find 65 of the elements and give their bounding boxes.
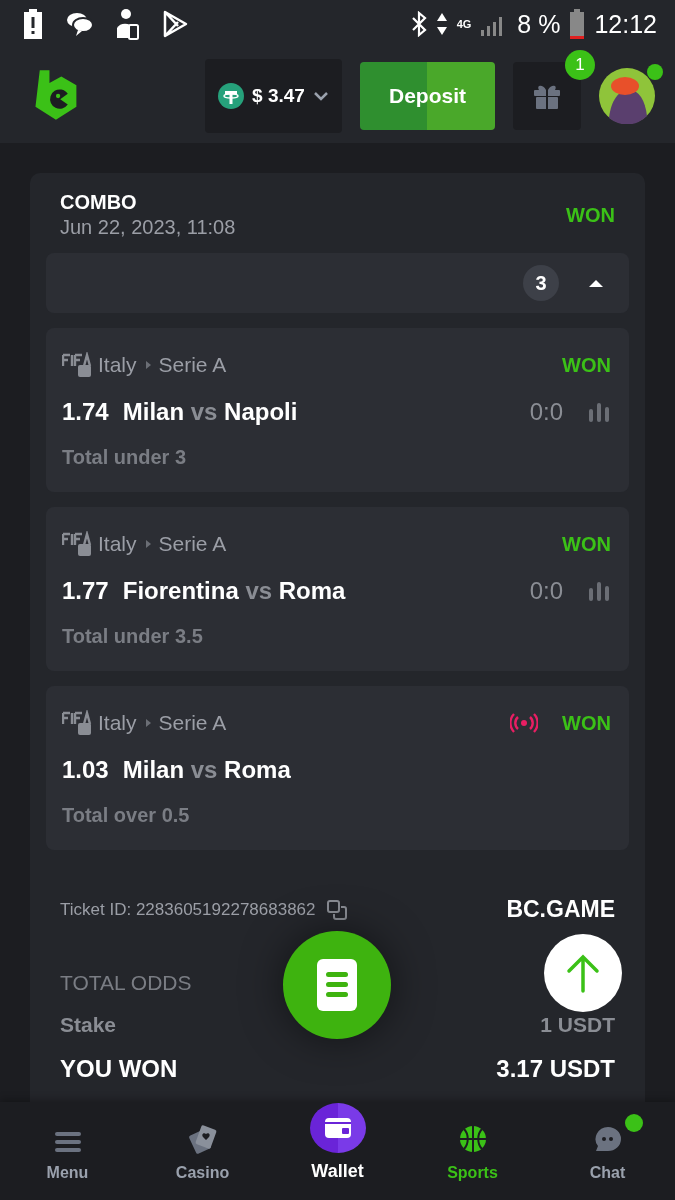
battery-alert-icon: [22, 9, 44, 39]
summary-label: TOTAL ODDS: [60, 971, 192, 995]
nav-tab[interactable]: Casino: [135, 1102, 270, 1200]
data-arrows-icon: [436, 13, 447, 35]
person-phone-icon: [116, 8, 140, 40]
cards-icon: [187, 1124, 218, 1154]
odds: 1.03: [62, 756, 109, 784]
summary-label: Stake: [60, 1013, 117, 1037]
market-name: Total under 3: [62, 446, 188, 469]
network-type: 4G: [456, 18, 472, 30]
bet-type: COMBO: [60, 191, 138, 214]
match-teams: Fiorentina vs Roma: [122, 577, 347, 605]
stats-icon: [587, 580, 611, 602]
selection-status: WON: [562, 532, 611, 556]
clock: 12:12: [594, 9, 657, 39]
match-teams: Milan vs Roma: [122, 756, 292, 784]
bet-date: Jun 22, 2023, 11:08: [60, 216, 237, 239]
match-score: 0:0: [529, 577, 563, 605]
notification-badge: 1: [565, 49, 595, 80]
league-name: Serie A: [158, 532, 228, 556]
document-icon: [315, 957, 359, 1013]
brand-name: BC.GAME: [506, 896, 615, 923]
deposit-button[interactable]: Deposit: [360, 61, 495, 130]
market-name: Total over 0.5: [62, 804, 191, 827]
selection-count: 3: [523, 265, 559, 301]
selection-status: WON: [562, 711, 611, 735]
chevron-down-icon: [312, 90, 329, 101]
market-name: Total under 3.5: [62, 625, 204, 648]
summary-value: 3.17 USDT: [496, 1055, 615, 1083]
basketball-icon: [457, 1124, 488, 1154]
wallet-icon: [309, 1103, 366, 1153]
nav-tab[interactable]: Wallet: [270, 1102, 405, 1200]
fifa-icon: [62, 352, 92, 378]
nav-tab[interactable]: Sports: [405, 1102, 540, 1200]
fifa-icon: [62, 710, 92, 736]
tether-icon: [218, 82, 245, 109]
match-score: 0:0: [529, 398, 563, 426]
arrow-up-icon: [566, 953, 600, 993]
country-name: Italy: [98, 353, 137, 377]
copy-icon[interactable]: [325, 898, 348, 921]
bet-status: WON: [566, 203, 615, 227]
country-name: Italy: [98, 532, 137, 556]
menu-icon: [54, 1130, 81, 1154]
battery-icon: [570, 9, 585, 39]
bluetooth-icon: [410, 11, 427, 37]
balance-selector[interactable]: $ 3.47: [205, 58, 342, 133]
odds: 1.77: [62, 577, 109, 605]
chat-icon: [593, 1126, 622, 1154]
league-name: Serie A: [158, 353, 228, 377]
nav-tab[interactable]: Menu: [0, 1102, 135, 1200]
fifa-icon: [62, 531, 92, 557]
odds: 1.74: [62, 398, 109, 426]
country-name: Italy: [98, 711, 137, 735]
ticket-id: Ticket ID: 2283605192278683862: [60, 899, 316, 920]
avatar[interactable]: [599, 67, 655, 124]
selection-status: WON: [562, 353, 611, 377]
battery-percent: 8 %: [517, 9, 561, 39]
chat-bubbles-icon: [66, 11, 94, 37]
stats-icon: [587, 401, 611, 423]
match-teams: Milan vs Napoli: [122, 398, 299, 426]
league-name: Serie A: [158, 711, 228, 735]
summary-value: 1 USDT: [540, 1013, 615, 1037]
play-store-icon: [162, 10, 188, 38]
nav-tab[interactable]: Chat: [540, 1102, 675, 1200]
summary-label: YOU WON: [60, 1055, 178, 1083]
